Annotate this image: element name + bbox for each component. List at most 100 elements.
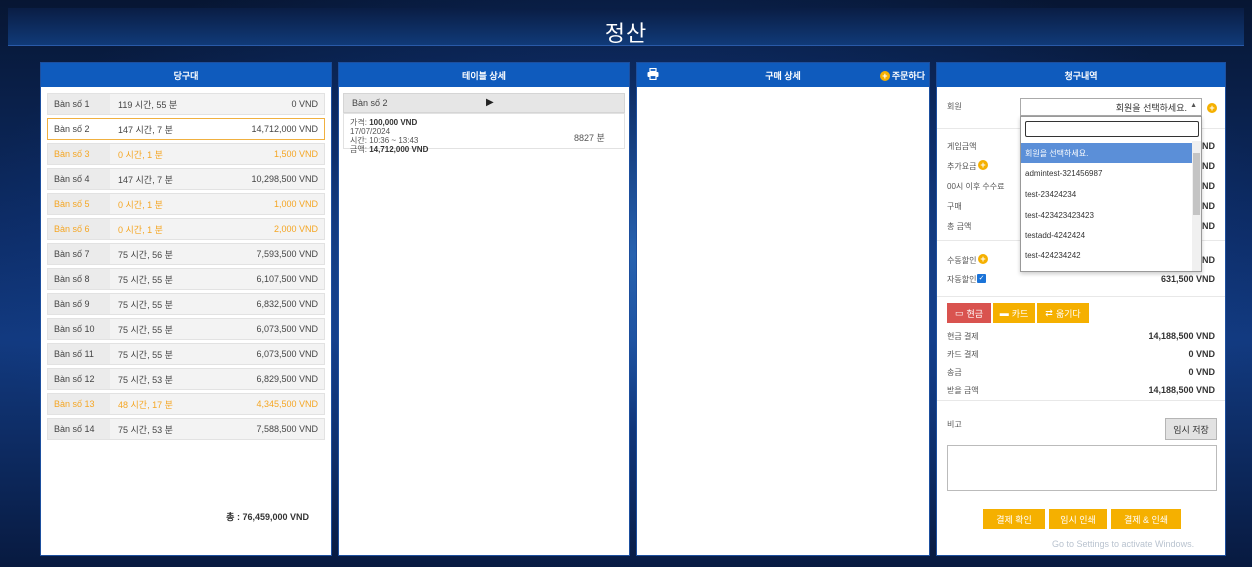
play-icon[interactable]: ▶ [486, 97, 494, 108]
table-name: Bàn số 12 [48, 369, 110, 389]
table-row[interactable]: Bàn số 1 119 시간, 55 분 0 VND [47, 93, 325, 115]
pay-and-print-button[interactable]: 결제 & 인쇄 [1111, 509, 1181, 529]
receivable-label: 받을 금액 [947, 386, 979, 395]
price-label: 가격: [350, 118, 367, 127]
table-time: 75 시간, 55 분 [118, 299, 173, 310]
chevron-up-icon: ▲ [1190, 102, 1197, 109]
purchase-detail-title: 구매 상세 [765, 70, 801, 81]
manual-discount-label: 수동할인 [947, 256, 977, 265]
amount-value: 14,712,000 VND [369, 145, 429, 154]
table-amount: 0 VND [291, 99, 318, 109]
table-time: 147 시간, 7 분 [118, 124, 173, 135]
cash-button-label: 현금 [966, 308, 984, 319]
table-time: 48 시간, 17 분 [118, 399, 173, 410]
table-row[interactable]: Bàn số 3 0 시간, 1 분 1,500 VND [47, 143, 325, 165]
cash-payment-value: 14,188,500 VND [1148, 331, 1215, 341]
printer-icon[interactable] [647, 68, 659, 80]
temp-print-button[interactable]: 임시 인쇄 [1049, 509, 1107, 529]
table-row[interactable]: Bàn số 5 0 시간, 1 분 1,000 VND [47, 193, 325, 215]
member-select[interactable]: 회원을 선택하세요. ▲ [1020, 98, 1202, 116]
table-time: 75 시간, 53 분 [118, 374, 173, 385]
dropdown-option[interactable]: test-424234242 [1021, 245, 1193, 265]
table-row[interactable]: Bàn số 13 48 시간, 17 분 4,345,500 VND [47, 393, 325, 415]
table-time: 0 시간, 1 분 [118, 149, 163, 160]
table-row[interactable]: Bàn số 2 147 시간, 7 분 14,712,000 VND [47, 118, 325, 140]
manual-discount-add-icon[interactable]: + [978, 254, 988, 264]
table-row[interactable]: Bàn số 12 75 시간, 53 분 6,829,500 VND [47, 368, 325, 390]
dropdown-option[interactable]: test-423423423423 [1021, 205, 1193, 225]
table-amount: 6,832,500 VND [256, 299, 318, 309]
after-midnight-fee-label: 00시 이후 수수료 [947, 182, 1005, 191]
table-row[interactable]: Bàn số 9 75 시간, 55 분 6,832,500 VND [47, 293, 325, 315]
windows-activation-watermark: Go to Settings to activate Windows. [1052, 539, 1195, 549]
table-row[interactable]: Bàn số 6 0 시간, 1 분 2,000 VND [47, 218, 325, 240]
table-amount: 6,073,500 VND [256, 324, 318, 334]
table-row[interactable]: Bàn số 8 75 시간, 55 분 6,107,500 VND [47, 268, 325, 290]
table-time: 75 시간, 55 분 [118, 349, 173, 360]
after-midnight-fee-value: ND [1202, 181, 1215, 191]
member-search-input[interactable] [1025, 121, 1199, 137]
table-time: 0 시간, 1 분 [118, 199, 163, 210]
table-amount: 4,345,500 VND [256, 399, 318, 409]
dropdown-option[interactable]: testadd-4242424 [1021, 225, 1193, 245]
dropdown-scrollbar-thumb[interactable] [1193, 153, 1200, 215]
table-name: Bàn số 3 [48, 144, 110, 164]
transfer-button[interactable]: ⇄ 옮기다 [1037, 303, 1089, 323]
table-row[interactable]: Bàn số 10 75 시간, 55 분 6,073,500 VND [47, 318, 325, 340]
game-amount-label: 게임금액 [947, 142, 977, 151]
table-amount: 2,000 VND [273, 224, 318, 234]
game-amount-value: ND [1202, 141, 1215, 151]
table-amount: 7,588,500 VND [256, 424, 318, 434]
table-row[interactable]: Bàn số 7 75 시간, 56 분 7,593,500 VND [47, 243, 325, 265]
table-row[interactable]: Bàn số 4 147 시간, 7 분 10,298,500 VND [47, 168, 325, 190]
temp-save-button[interactable]: 임시 저장 [1165, 418, 1217, 440]
detail-table-name[interactable]: Bàn số 2 ▶ [343, 93, 625, 113]
transfer-button-label: 옮기다 [1055, 308, 1081, 319]
amount-label: 금액: [350, 145, 367, 154]
table-amount: 6,073,500 VND [256, 349, 318, 359]
card-icon: ▬ [999, 308, 1009, 318]
order-button[interactable]: + 주문하다 [879, 69, 925, 82]
tables-panel: 당구대 Bàn số 1 119 시간, 55 분 0 VND Bàn số 2 147… [40, 62, 332, 556]
table-amount: 7,593,500 VND [256, 249, 318, 259]
table-name: Bàn số 13 [48, 394, 110, 414]
table-name: Bàn số 2 [48, 119, 110, 139]
time-label: 시간: [350, 136, 367, 145]
table-amount: 1,000 VND [273, 199, 318, 209]
memo-textarea[interactable] [947, 445, 1217, 491]
member-label: 회원 [947, 102, 962, 111]
table-time: 75 시간, 55 분 [118, 274, 173, 285]
table-amount: 6,829,500 VND [256, 374, 318, 384]
auto-discount-checkbox[interactable]: ✓ [977, 274, 986, 283]
confirm-payment-button[interactable]: 결제 확인 [983, 509, 1045, 529]
cash-icon: ▭ [954, 307, 964, 318]
order-label: 주문하다 [891, 71, 925, 81]
transfer-icon: ⇄ [1045, 307, 1053, 318]
card-button[interactable]: ▬ 카드 [993, 303, 1035, 323]
extra-fee-add-icon[interactable]: + [978, 160, 988, 170]
add-member-icon[interactable]: + [1207, 103, 1217, 113]
dropdown-option[interactable]: 회원을 선택하세요. [1021, 143, 1193, 163]
payment-section: ▭ 현금 ▬ 카드 ⇄ 옮기다 현금 결제 14,188,500 VND 카드 결제 … [937, 297, 1225, 401]
table-time: 75 시간, 56 분 [118, 249, 173, 260]
dropdown-option[interactable]: admintest-321456987 [1021, 163, 1193, 183]
member-dropdown: 회원을 선택하세요. admintest-321456987 test-2342… [1020, 116, 1202, 272]
table-detail-panel: 테이블 상세 Bàn số 2 ▶ 가격: 100,000 VND 17/07/… [338, 62, 630, 556]
table-amount: 10,298,500 VND [251, 174, 318, 184]
table-name: Bàn số 11 [48, 344, 110, 364]
table-name: Bàn số 5 [48, 194, 110, 214]
table-time: 119 시간, 55 분 [118, 99, 178, 110]
price-value: 100,000 VND [369, 118, 418, 127]
plus-icon: + [879, 70, 890, 81]
table-list: Bàn số 1 119 시간, 55 분 0 VND Bàn số 2 147 시간,… [41, 87, 331, 440]
table-amount: 1,500 VND [273, 149, 318, 159]
table-row[interactable]: Bàn số 11 75 시간, 55 분 6,073,500 VND [47, 343, 325, 365]
table-row[interactable]: Bàn số 14 75 시간, 53 분 7,588,500 VND [47, 418, 325, 440]
table-name: Bàn số 4 [48, 169, 110, 189]
table-name: Bàn số 10 [48, 319, 110, 339]
transfer-payment-label: 송금 [947, 368, 962, 377]
table-name: Bàn số 1 [48, 94, 110, 114]
dropdown-option[interactable]: test-23424234 [1021, 184, 1193, 204]
table-time: 75 시간, 53 분 [118, 424, 173, 435]
cash-button[interactable]: ▭ 현금 [947, 303, 991, 323]
